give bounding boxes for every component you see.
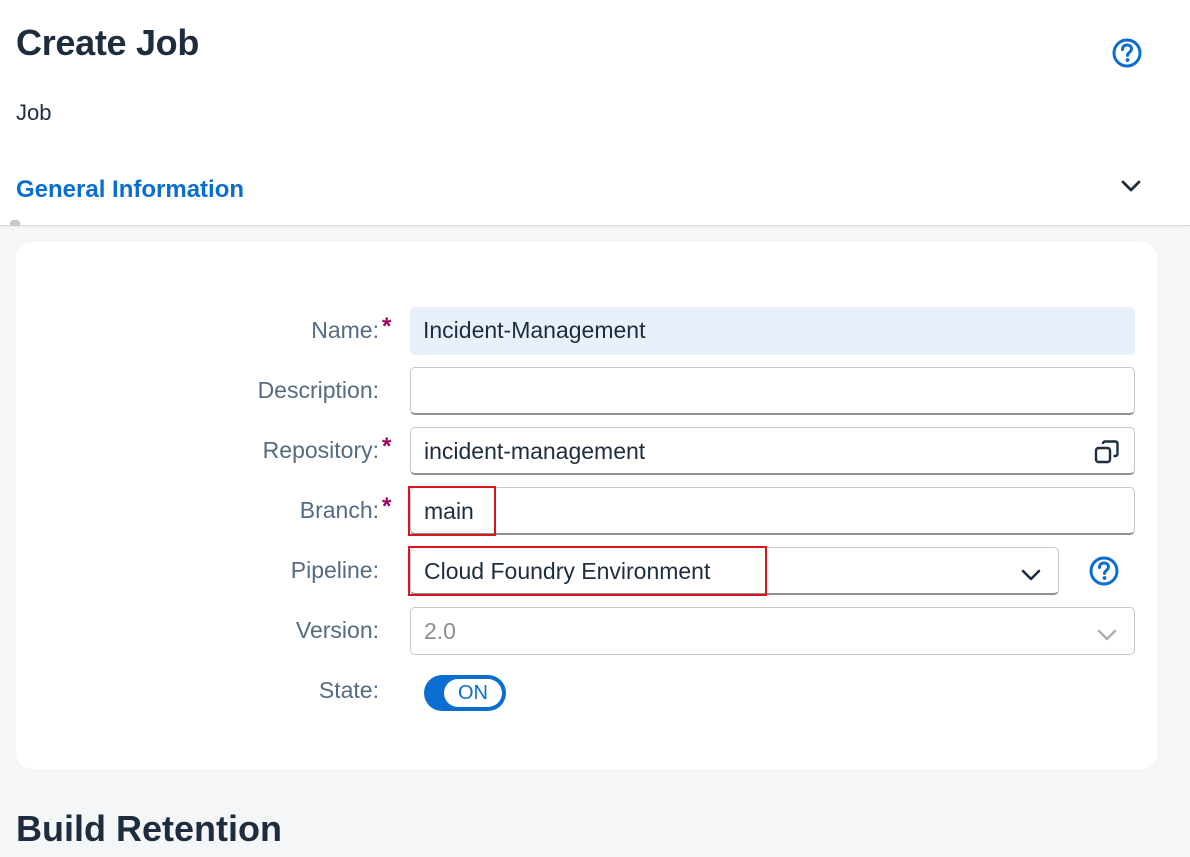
branch-row: Branch: * main xyxy=(16,486,1157,536)
branch-label: Branch: xyxy=(299,497,379,523)
copy-icon[interactable] xyxy=(1094,439,1120,465)
state-row: State: ON xyxy=(16,667,1157,715)
pipeline-row: Pipeline: Cloud Foundry Environment xyxy=(16,546,1157,596)
state-toggle[interactable]: ON xyxy=(424,675,506,711)
chevron-down-icon[interactable] xyxy=(1020,562,1042,581)
page-subtitle: Job xyxy=(16,100,52,125)
page-title: Create Job xyxy=(16,22,200,63)
version-value: 2.0 xyxy=(424,618,456,644)
name-input[interactable]: Incident-Management xyxy=(410,307,1135,355)
name-row: Name: * Incident-Management xyxy=(16,307,1157,355)
name-value: Incident-Management xyxy=(423,317,646,343)
version-row: Version: 2.0 xyxy=(16,607,1157,655)
required-marker: * xyxy=(382,313,392,340)
description-input[interactable] xyxy=(410,367,1135,415)
pipeline-label: Pipeline: xyxy=(290,557,379,583)
branch-value: main xyxy=(424,498,474,524)
tab-general-information[interactable]: General Information xyxy=(16,176,244,204)
repository-label: Repository: xyxy=(262,437,379,463)
description-label: Description: xyxy=(257,377,379,403)
branch-input[interactable]: main xyxy=(410,487,1135,535)
state-label: State: xyxy=(318,677,379,703)
repository-value: incident-management xyxy=(424,438,646,464)
help-icon[interactable] xyxy=(1088,555,1120,587)
description-row: Description: xyxy=(16,367,1157,415)
required-marker: * xyxy=(382,493,392,520)
help-icon[interactable] xyxy=(1111,37,1143,69)
page-header: Create Job Job General Information xyxy=(0,0,1190,226)
chevron-down-icon[interactable] xyxy=(1118,174,1144,198)
name-label: Name: xyxy=(311,317,379,343)
build-retention-title: Build Retention xyxy=(16,808,282,849)
scroll-indicator xyxy=(10,220,20,226)
pipeline-value: Cloud Foundry Environment xyxy=(424,558,711,584)
version-select: 2.0 xyxy=(410,607,1135,655)
required-marker: * xyxy=(382,433,392,460)
general-information-card: Name: * Incident-Management Description:… xyxy=(16,242,1157,769)
repository-input[interactable]: incident-management xyxy=(410,427,1135,475)
pipeline-select[interactable]: Cloud Foundry Environment xyxy=(410,547,1059,595)
state-toggle-label: ON xyxy=(444,679,502,707)
version-label: Version: xyxy=(295,617,379,643)
repository-row: Repository: * incident-management xyxy=(16,427,1157,475)
chevron-down-icon xyxy=(1096,622,1118,641)
